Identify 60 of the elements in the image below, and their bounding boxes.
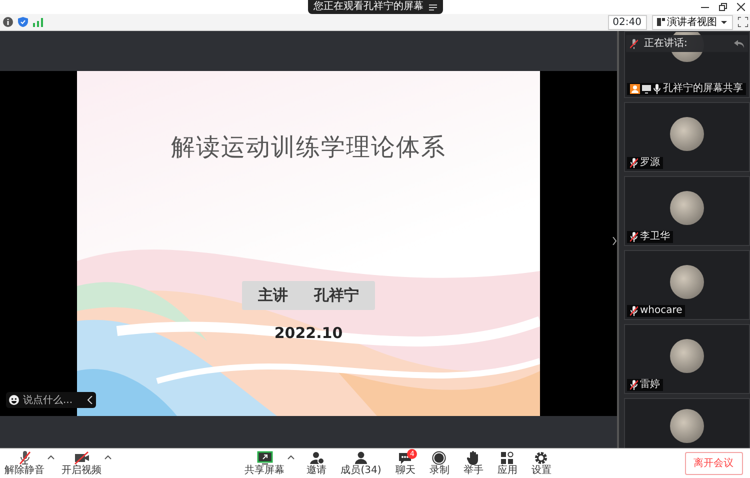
video-off-icon xyxy=(74,451,90,465)
caret-icon xyxy=(720,18,728,26)
share-button[interactable]: 共享屏幕 xyxy=(242,451,287,476)
muted-mic-icon xyxy=(630,38,638,48)
video-button[interactable]: 开启视频 xyxy=(60,451,104,476)
speaking-label: 正在讲话: xyxy=(644,36,688,51)
host-icon xyxy=(630,84,640,94)
caret-up-icon[interactable] xyxy=(104,454,112,462)
chevron-left-icon[interactable] xyxy=(87,396,93,404)
info-icon[interactable] xyxy=(2,17,12,27)
person-icon xyxy=(354,451,368,465)
viewing-banner-text: 您正在观看孔祥宁的屏幕 xyxy=(314,0,424,14)
chevron-right-icon[interactable] xyxy=(612,237,617,245)
avatar-placeholder xyxy=(670,117,704,151)
chat-input[interactable]: 说点什么... xyxy=(6,392,96,408)
settings-icon xyxy=(534,451,548,465)
restore-icon[interactable] xyxy=(719,3,727,11)
list-icon[interactable] xyxy=(428,4,436,10)
presenter-name: 孔祥宁 xyxy=(314,285,359,306)
hand-button[interactable]: 举手 xyxy=(461,451,486,476)
caret-up-icon[interactable] xyxy=(286,454,295,462)
meeting-timer: 02:40 xyxy=(608,14,646,30)
slide-date: 2022.10 xyxy=(274,322,343,344)
muted-mic-icon xyxy=(18,451,32,465)
presenter-label: 主讲 xyxy=(258,285,288,306)
participant-name: whocare xyxy=(640,305,682,317)
close-icon[interactable] xyxy=(737,3,745,11)
slide-title: 解读运动训练学理论体系 xyxy=(171,132,446,163)
raised-hand-icon xyxy=(467,451,480,465)
fullscreen-icon[interactable] xyxy=(738,17,748,27)
record-button[interactable]: 录制 xyxy=(427,451,452,476)
view-dropdown[interactable]: 演讲者视图 xyxy=(652,14,732,30)
emoji-icon[interactable] xyxy=(9,395,19,405)
settings-button[interactable]: 设置 xyxy=(529,451,554,476)
share-screen-icon xyxy=(256,451,273,465)
participant-tile[interactable]: 罗源 xyxy=(624,102,750,172)
avatar-placeholder xyxy=(670,409,704,443)
apps-button[interactable]: 应用 xyxy=(495,451,520,476)
avatar-placeholder xyxy=(670,339,704,373)
layout-icon xyxy=(656,18,664,26)
members-button[interactable]: 成员(34) xyxy=(338,451,384,476)
participant-name: 罗源 xyxy=(640,157,660,169)
screen-icon xyxy=(642,84,651,94)
record-icon xyxy=(432,451,446,465)
participant-name: 雷婷 xyxy=(640,379,660,391)
shield-icon[interactable] xyxy=(18,17,28,27)
participant-name: 李卫华 xyxy=(640,231,670,243)
participant-tile[interactable]: 李卫华 xyxy=(624,176,750,246)
avatar-placeholder xyxy=(670,265,704,299)
add-person-icon xyxy=(310,451,324,465)
participant-tile[interactable]: whocare xyxy=(624,250,750,320)
avatar-placeholder xyxy=(670,191,704,225)
participant-tile[interactable]: 雷婷 xyxy=(624,324,750,394)
mic-button[interactable]: 解除静音 xyxy=(2,451,46,476)
participant-name: 孔祥宁的屏幕共享 xyxy=(663,83,743,95)
apps-grid-icon xyxy=(500,451,514,465)
return-arrow-icon[interactable] xyxy=(734,40,744,48)
invite-button[interactable]: 邀请 xyxy=(304,451,329,476)
caret-up-icon[interactable] xyxy=(46,454,54,462)
participant-tile[interactable] xyxy=(624,398,750,448)
